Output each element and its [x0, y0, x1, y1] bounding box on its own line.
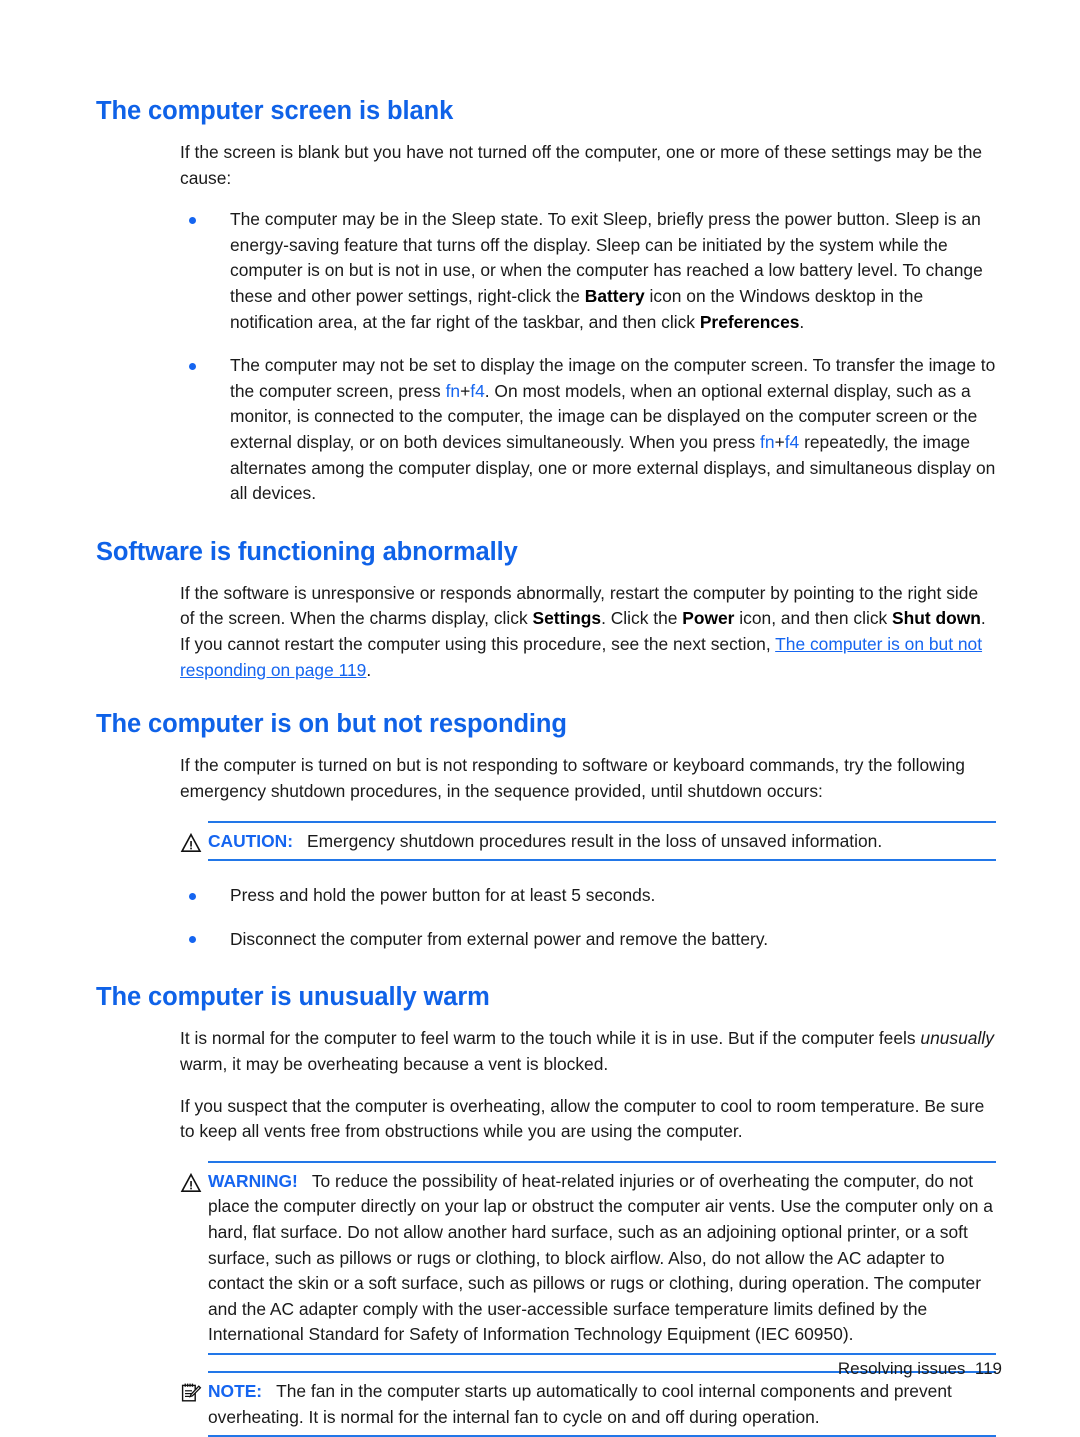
caution-admonition: CAUTION: Emergency shutdown procedures re…: [180, 820, 996, 862]
page-footer: Resolving issues 119: [838, 1359, 1002, 1379]
section-body-unusually-warm: It is normal for the computer to feel wa…: [180, 1026, 996, 1144]
list-item-text: Press and hold the power button for at l…: [230, 885, 656, 906]
paragraph: If the software is unresponsive or respo…: [180, 581, 996, 683]
admonition-rule-top: [208, 820, 996, 823]
note-body: NOTE: The fan in the computer starts up a…: [180, 1379, 996, 1430]
section-heading-unusually-warm: The computer is unusually warm: [96, 983, 490, 1012]
warning-triangle-icon: [180, 1172, 202, 1194]
section-heading-screen-blank: The computer screen is blank: [96, 97, 454, 125]
paragraph: It is normal for the computer to feel wa…: [180, 1026, 996, 1077]
admonition-rule-bottom: [208, 859, 996, 862]
note-admonition: NOTE: The fan in the computer starts up a…: [180, 1370, 996, 1437]
warning-label: WARNING!: [208, 1170, 298, 1191]
list-item-text: Disconnect the computer from external po…: [230, 928, 769, 949]
footer-label: Resolving issues: [837, 1359, 966, 1378]
key-separator: +: [774, 432, 785, 453]
section-body-software-abnormal: If the software is unresponsive or respo…: [180, 581, 996, 683]
footer-page-number: 119: [974, 1359, 1002, 1378]
warning-triangle-icon: [180, 832, 202, 854]
emphasis-battery: Battery: [584, 286, 645, 307]
key-f4: f4: [470, 380, 485, 401]
paragraph-part: .: [366, 659, 372, 680]
emphasis-shut-down: Shut down: [892, 608, 981, 629]
admonition-rule-bottom: [208, 1352, 996, 1355]
section-heading-on-not-responding: The computer is on but not responding: [96, 710, 567, 739]
paragraph: If you suspect that the computer is over…: [180, 1095, 985, 1142]
bullet-dot-icon: [189, 892, 196, 900]
warning-body: WARNING! To reduce the possibility of hea…: [180, 1169, 996, 1348]
paragraph: If the computer is turned on but is not …: [180, 755, 965, 801]
section-intro-screen-blank: If the screen is blank but you have not …: [180, 140, 996, 191]
list-item: Disconnect the computer from external po…: [180, 927, 996, 953]
section-heading-software-abnormal: Software is functioning abnormally: [96, 537, 518, 566]
key-f4: f4: [784, 432, 800, 453]
paragraph-part: warm, it may be overheating because a ve…: [180, 1053, 609, 1074]
paragraph-part: It is normal for the computer to feel wa…: [180, 1028, 921, 1049]
bullet-dot-icon: [189, 216, 196, 224]
emphasis-preferences: Preferences: [699, 311, 800, 332]
caution-text: Emergency shutdown procedures result in …: [307, 830, 883, 851]
key-fn: fn: [445, 380, 461, 401]
notepad-pencil-icon: [180, 1382, 202, 1404]
caution-label: CAUTION:: [208, 830, 294, 851]
list-item-text-part: .: [799, 311, 805, 332]
section-intro-on-not-responding: If the computer is turned on but is not …: [180, 753, 996, 804]
bullet-dot-icon: [189, 362, 196, 370]
key-separator: +: [460, 380, 471, 401]
bullet-list-screen-blank: The computer may be in the Sleep state. …: [180, 207, 996, 507]
document-page: The computer screen is blank If the scre…: [0, 0, 1080, 1437]
note-label: NOTE:: [208, 1380, 263, 1401]
list-item: Press and hold the power button for at l…: [180, 883, 996, 909]
emphasis-power: Power: [682, 608, 735, 629]
bullet-list-shutdown-steps: Press and hold the power button for at l…: [180, 883, 996, 952]
emphasis-unusually: unusually: [920, 1028, 994, 1049]
paragraph-part: . Click the: [601, 608, 683, 629]
note-text: The fan in the computer starts up automa…: [208, 1380, 952, 1427]
key-fn: fn: [760, 432, 775, 453]
warning-text: To reduce the possibility of heat-relate…: [208, 1170, 993, 1345]
paragraph: If the screen is blank but you have not …: [180, 142, 983, 188]
bullet-dot-icon: [189, 936, 196, 944]
warning-admonition: WARNING! To reduce the possibility of hea…: [180, 1160, 996, 1355]
caution-body: CAUTION: Emergency shutdown procedures re…: [180, 829, 996, 855]
list-item: The computer may not be set to display t…: [180, 353, 996, 507]
list-item: The computer may be in the Sleep state. …: [180, 207, 996, 335]
emphasis-settings: Settings: [532, 608, 602, 629]
admonition-rule-top: [208, 1160, 996, 1163]
paragraph-part: icon, and then click: [734, 608, 893, 629]
